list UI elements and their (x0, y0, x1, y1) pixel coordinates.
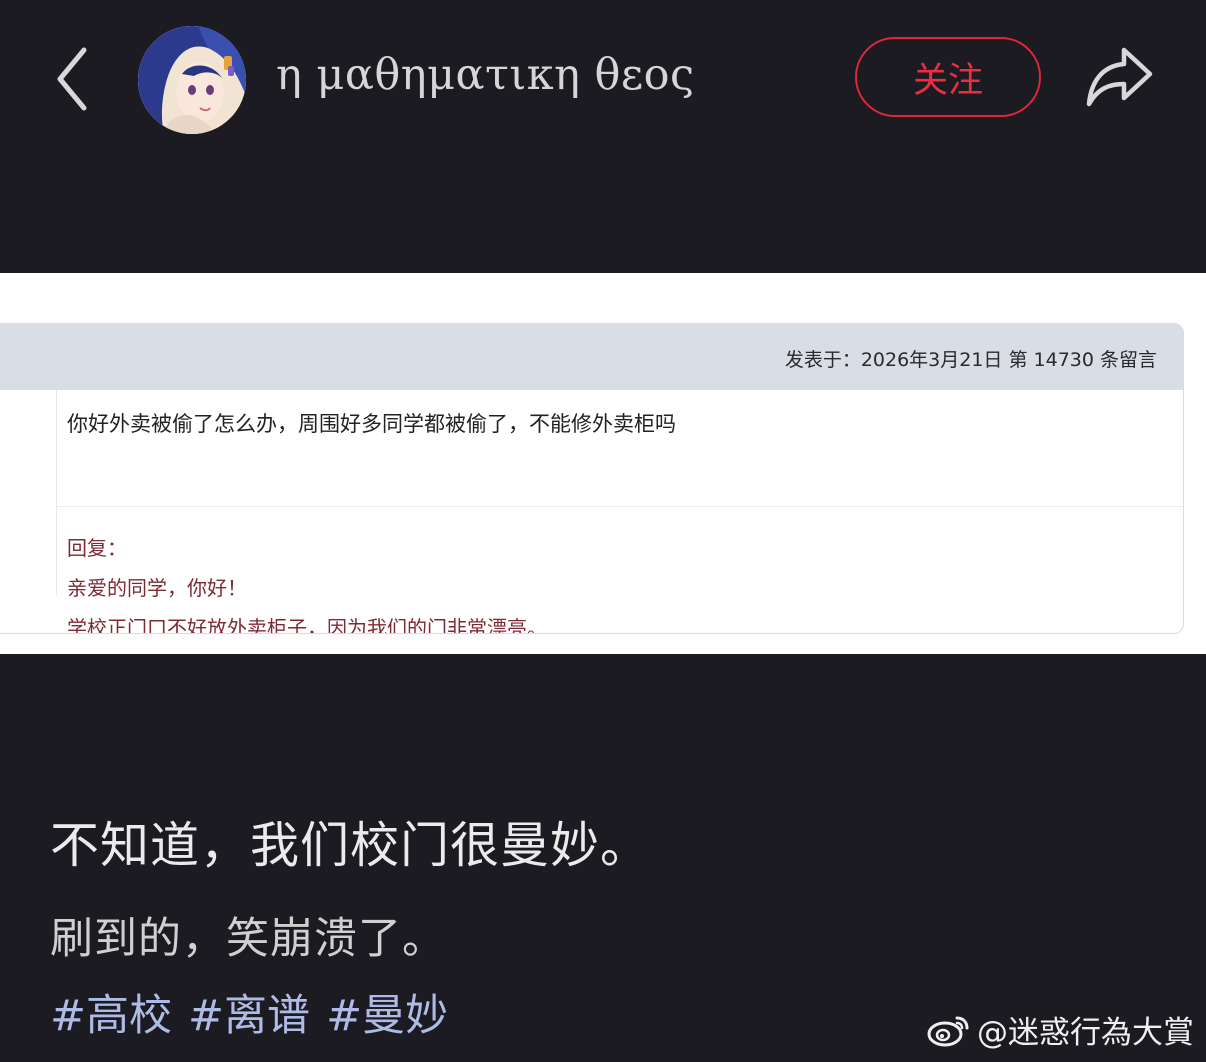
watermark: @迷惑行為大賞 (927, 1007, 1194, 1052)
embedded-screenshot: 发表于：2026年3月21日 第 14730 条留言 你好外卖被偷了怎么办，周围… (0, 273, 1206, 654)
tag-manmiao[interactable]: #曼妙 (326, 981, 448, 1043)
question-text: 你好外卖被偷了怎么办，周围好多同学都被偷了，不能修外卖柜吗 (67, 412, 676, 436)
message-meta: 发表于：2026年3月21日 第 14730 条留言 (784, 349, 1157, 371)
share-arrow-icon (1086, 47, 1153, 107)
follow-button[interactable]: 关注 (855, 37, 1041, 117)
message-body: 你好外卖被偷了怎么办，周围好多同学都被偷了，不能修外卖柜吗 回复： 亲爱的同学，… (47, 390, 1183, 634)
back-button[interactable] (48, 42, 98, 116)
top-bar: η μαθηματικη θεος 关注 (0, 0, 1206, 160)
reply-content: 学校正门口不好放外卖柜子，因为我们的门非常漂亮。 (67, 616, 547, 634)
divider (57, 506, 1183, 507)
tag-gaoxiao[interactable]: #高校 (50, 981, 172, 1043)
avatar[interactable] (138, 26, 246, 134)
message-header: 发表于：2026年3月21日 第 14730 条留言 (0, 324, 1183, 390)
reply-label: 回复： (67, 536, 127, 560)
watermark-text: @迷惑行為大賞 (977, 1015, 1194, 1051)
post-subtitle: 刷到的，笑崩溃了。 (50, 914, 446, 964)
reply-greeting: 亲爱的同学，你好！ (67, 576, 247, 600)
chevron-left-icon (57, 47, 87, 111)
tag-lipu[interactable]: #离谱 (188, 981, 310, 1043)
message-card: 发表于：2026年3月21日 第 14730 条留言 你好外卖被偷了怎么办，周围… (0, 323, 1184, 634)
share-button[interactable] (1084, 44, 1156, 110)
tag-list: #高校 #离谱 #曼妙 (50, 981, 448, 1043)
username[interactable]: η μαθηματικη θεος (276, 50, 695, 100)
weibo-logo-icon (927, 1016, 969, 1046)
post-title: 不知道，我们校门很曼妙。 (50, 817, 651, 874)
avatar-image (138, 26, 246, 134)
